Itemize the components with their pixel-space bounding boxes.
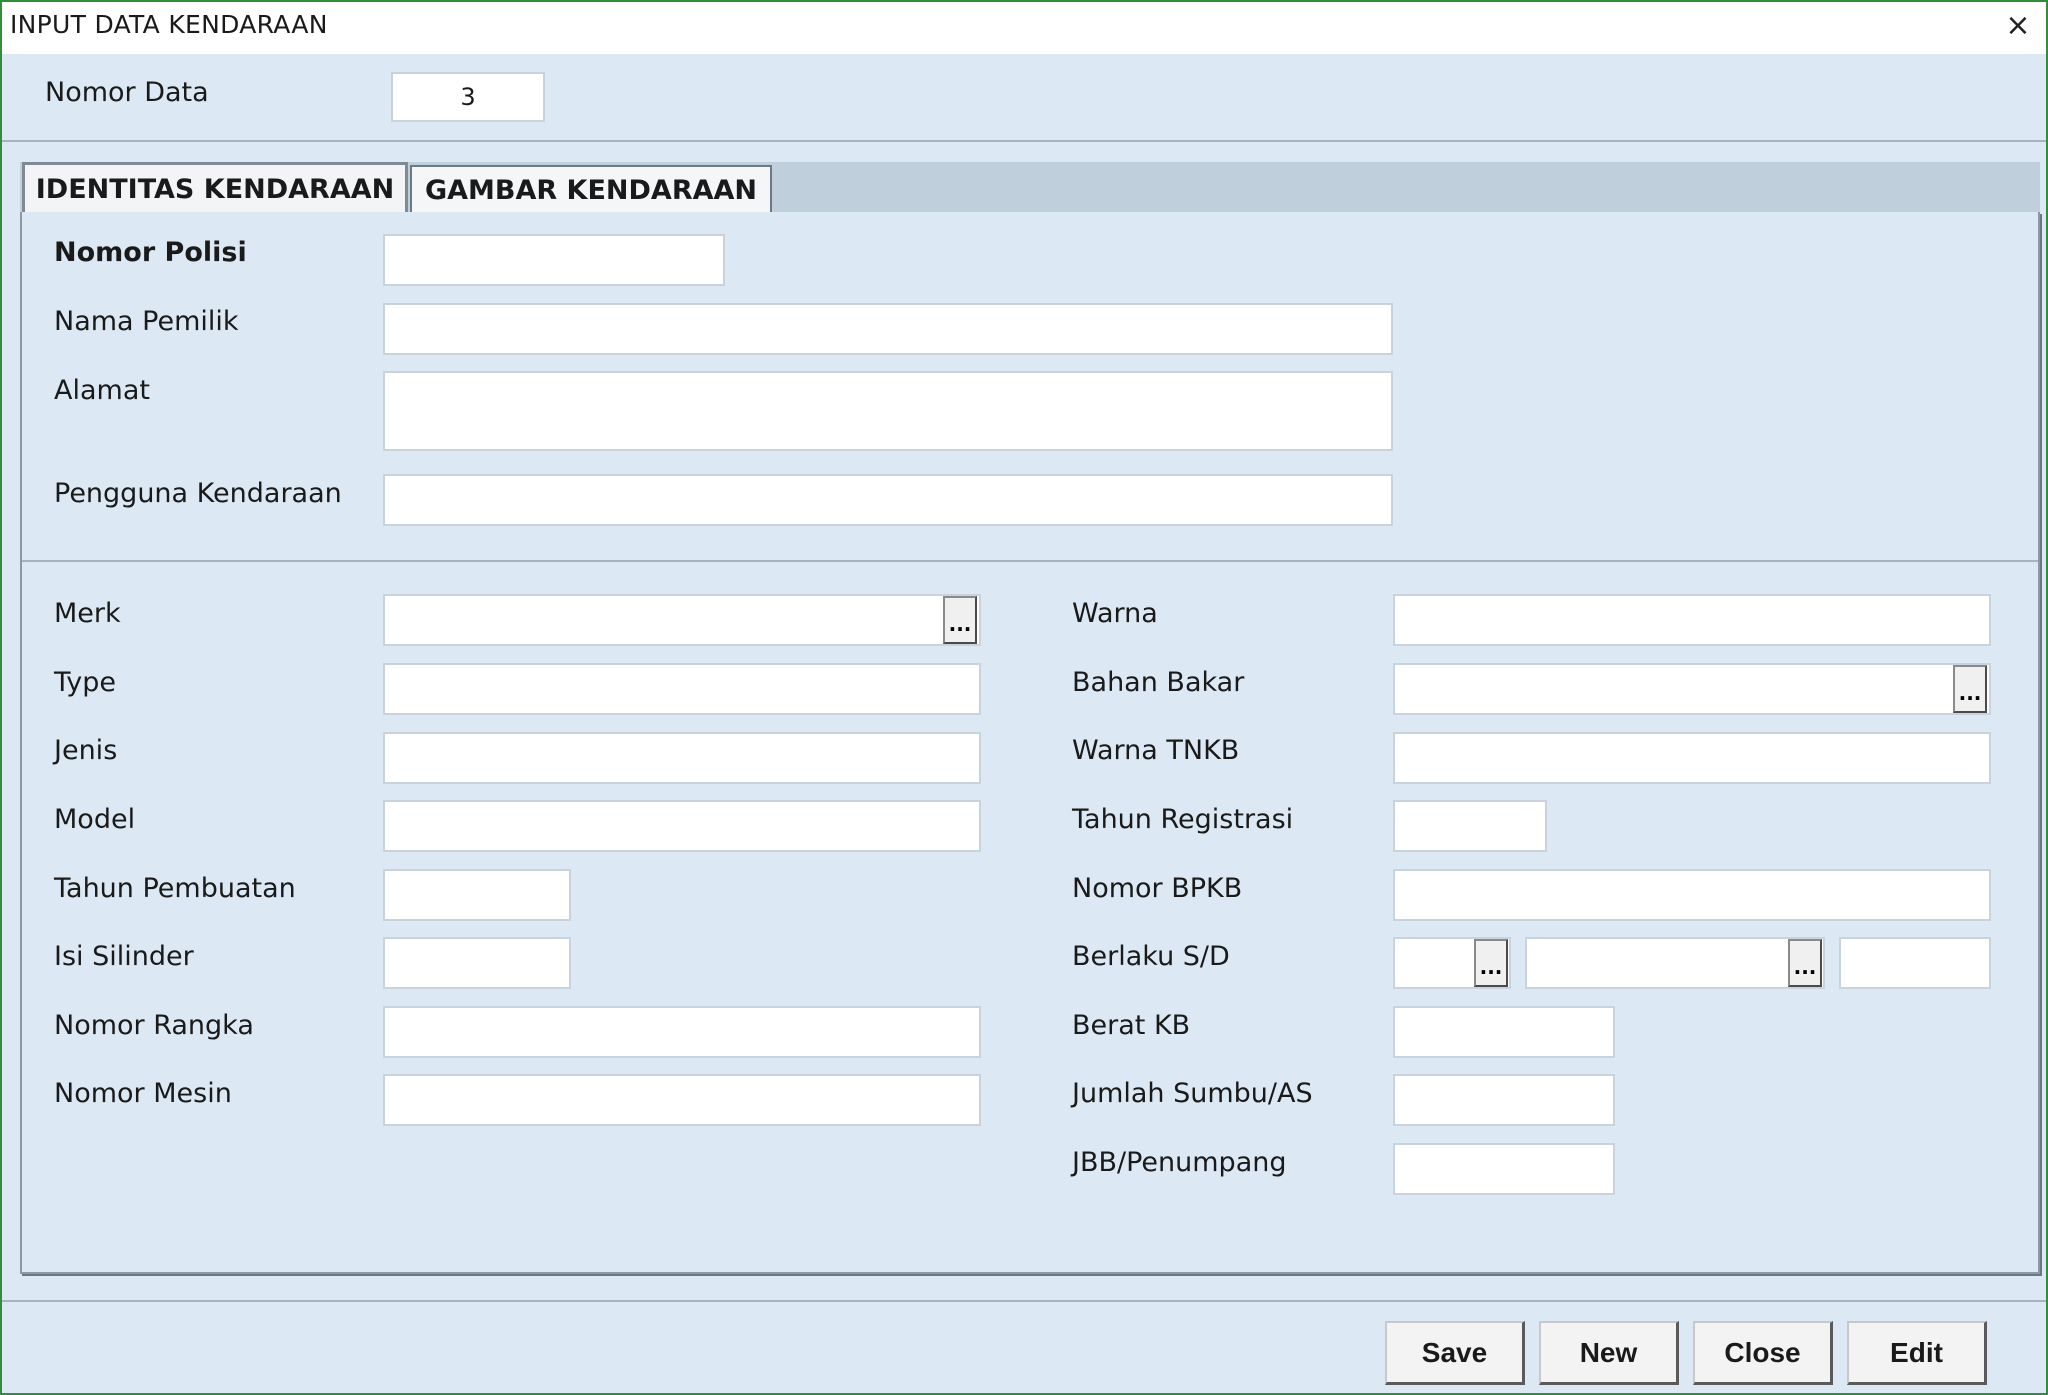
edit-button[interactable]: Edit [1847,1321,1987,1385]
warna-tnkb-label: Warna TNKB [1072,735,1240,766]
tab-gambar-kendaraan[interactable]: GAMBAR KENDARAAN [410,165,772,214]
warna-tnkb-field[interactable] [1393,732,1991,784]
panel-divider [22,560,2038,562]
close-icon[interactable]: × [1998,6,2038,46]
berlaku-month-picker-button[interactable]: ... [1788,939,1822,987]
nomor-polisi-field[interactable] [383,234,725,286]
window-title: INPUT DATA KENDARAAN [10,10,328,39]
jbb-penumpang-field[interactable] [1393,1143,1615,1195]
tab-identitas-kendaraan[interactable]: IDENTITAS KENDARAAN [22,162,408,214]
type-label: Type [54,667,117,698]
model-label: Model [54,804,136,835]
bahan-bakar-field[interactable] [1393,663,1991,715]
berlaku-month-field[interactable] [1525,937,1825,989]
nomor-rangka-label: Nomor Rangka [54,1010,254,1041]
jumlah-sumbu-field[interactable] [1393,1074,1615,1126]
new-button[interactable]: New [1539,1321,1679,1385]
bahan-bakar-picker-button[interactable]: ... [1953,665,1987,713]
merk-picker-button[interactable]: ... [943,596,977,644]
jenis-field[interactable] [383,732,981,784]
nomor-polisi-label: Nomor Polisi [54,237,247,268]
jumlah-sumbu-label: Jumlah Sumbu/AS [1072,1078,1313,1109]
warna-field[interactable] [1393,594,1991,646]
nomor-data-field[interactable]: 3 [391,72,545,122]
tahun-pembuatan-field[interactable] [383,869,571,921]
save-button[interactable]: Save [1385,1321,1525,1385]
berat-kb-label: Berat KB [1072,1010,1191,1041]
merk-label: Merk [54,598,121,629]
nomor-mesin-field[interactable] [383,1074,981,1126]
nomor-data-label: Nomor Data [45,77,209,108]
nomor-bpkb-label: Nomor BPKB [1072,873,1243,904]
jenis-label: Jenis [54,735,118,766]
berlaku-sd-label: Berlaku S/D [1072,941,1230,972]
isi-silinder-field[interactable] [383,937,571,989]
title-bar: INPUT DATA KENDARAAN × [2,2,2046,54]
berat-kb-field[interactable] [1393,1006,1615,1058]
berlaku-day-picker-button[interactable]: ... [1474,939,1508,987]
alamat-label: Alamat [54,375,150,406]
warna-label: Warna [1072,598,1158,629]
type-field[interactable] [383,663,981,715]
nomor-bpkb-field[interactable] [1393,869,1991,921]
model-field[interactable] [383,800,981,852]
merk-field[interactable] [383,594,981,646]
nama-pemilik-field[interactable] [383,303,1393,355]
tahun-pembuatan-label: Tahun Pembuatan [54,873,296,904]
pengguna-kendaraan-field[interactable] [383,474,1393,526]
jbb-penumpang-label: JBB/Penumpang [1072,1147,1287,1178]
alamat-field[interactable] [383,371,1393,451]
tahun-registrasi-label: Tahun Registrasi [1072,804,1294,835]
isi-silinder-label: Isi Silinder [54,941,194,972]
nomor-mesin-label: Nomor Mesin [54,1078,232,1109]
close-button[interactable]: Close [1693,1321,1833,1385]
nama-pemilik-label: Nama Pemilik [54,306,239,337]
footer-divider [2,1300,2046,1302]
bahan-bakar-label: Bahan Bakar [1072,667,1245,698]
tahun-registrasi-field[interactable] [1393,800,1547,852]
nomor-rangka-field[interactable] [383,1006,981,1058]
pengguna-kendaraan-label: Pengguna Kendaraan [54,478,342,509]
header-divider [2,140,2046,142]
input-data-kendaraan-window: INPUT DATA KENDARAAN × Nomor Data 3 IDEN… [0,0,2048,1395]
berlaku-year-field[interactable] [1839,937,1991,989]
